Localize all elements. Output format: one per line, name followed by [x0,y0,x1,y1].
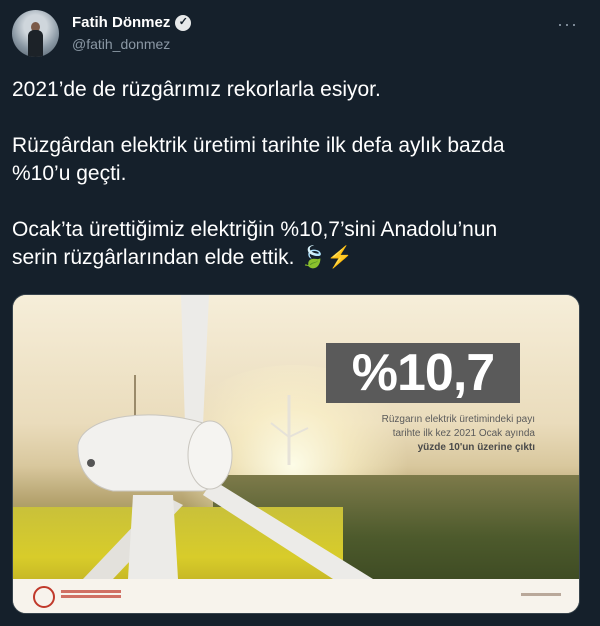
leaf-icon: 🍃 [300,246,327,269]
media-caption: Rüzgarın elektrik üretimindeki payı tari… [275,413,535,455]
avatar[interactable] [12,10,59,57]
author-name-row: Fatih Dönmez ✓ [72,14,192,31]
turbine-light [87,459,95,467]
media-footer [13,579,579,613]
turbine-tower [128,495,178,579]
turbine-hub [187,420,233,490]
tweet-text: 2021’de de rüzgârımız rekorlarla esiyor.… [12,76,592,272]
caption-line-1: Rüzgarın elektrik üretimindeki payı [381,414,535,425]
tweet-header: Fatih Dönmez ✓ @fatih_donmez ··· [12,10,588,58]
tweet-media-image[interactable]: %10,7 Rüzgarın elektrik üretimindeki pay… [12,294,580,614]
stat-value: %10,7 [351,344,495,402]
tweet-line-2: Rüzgârdan elektrik üretimi tarihte ilk d… [12,134,505,185]
avatar-torso [28,30,43,57]
author-name[interactable]: Fatih Dönmez [72,14,170,31]
wind-turbine-photo: %10,7 Rüzgarın elektrik üretimindeki pay… [13,295,579,579]
tweet-line-3-container: Ocak’ta ürettiğimiz elektriğin %10,7’sin… [12,216,592,272]
caption-line-2: tarihte ilk kez 2021 Ocak ayında [392,428,535,439]
more-options-icon[interactable]: ··· [557,14,578,35]
verified-badge-icon: ✓ [175,14,192,31]
caption-line-3: yüzde 10'un üzerine çıktı [417,442,535,453]
turbine-blade-right [203,480,373,579]
website-text [521,593,561,596]
author-handle[interactable]: @fatih_donmez [72,36,170,52]
ministry-seal-icon [33,586,55,608]
tweet-line-3: Ocak’ta ürettiğimiz elektriğin %10,7’sin… [12,218,498,269]
tweet-line-1: 2021’de de rüzgârımız rekorlarla esiyor. [12,78,381,101]
stat-badge: %10,7 [326,343,520,403]
ministry-logo-text [61,590,121,593]
lightning-icon: ⚡ [326,246,353,269]
turbine-blade-top [181,295,209,425]
